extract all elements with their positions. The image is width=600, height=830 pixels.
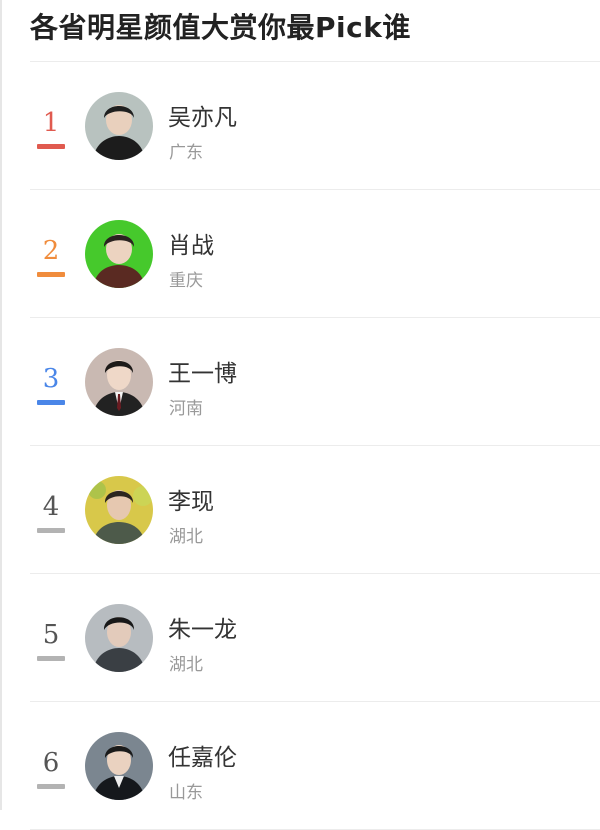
rank-underline <box>37 784 65 789</box>
rank-number: 1 <box>42 108 60 138</box>
rank-underline <box>37 400 65 405</box>
star-name[interactable]: 肖战 <box>168 226 214 260</box>
avatar-photo-icon <box>85 476 153 544</box>
rank-number: 4 <box>42 492 60 522</box>
star-name[interactable]: 李现 <box>168 482 214 516</box>
avatar-photo-icon <box>85 220 153 288</box>
page-title: 各省明星颜值大赏你最Pick谁 <box>30 11 411 44</box>
province-label: 湖北 <box>169 527 203 547</box>
avatar-photo-icon <box>85 348 153 416</box>
rank-underline <box>37 144 65 149</box>
province-label: 重庆 <box>169 271 203 291</box>
ranking-row[interactable]: 2 肖战 重庆 <box>30 190 600 318</box>
avatar[interactable] <box>85 92 153 160</box>
star-name[interactable]: 任嘉伦 <box>168 738 237 772</box>
rank-number: 6 <box>42 748 60 778</box>
avatar[interactable] <box>85 348 153 416</box>
rank-number: 5 <box>42 620 60 650</box>
avatar-photo-icon <box>85 732 153 800</box>
province-label: 广东 <box>169 143 203 163</box>
star-name[interactable]: 王一博 <box>168 354 237 388</box>
ranking-row[interactable]: 3 王一博 河南 <box>30 318 600 446</box>
ranking-list: 1 吴亦凡 广东 2 肖战 重庆 3 王一博 河南 4 李现 湖北 5 朱一龙 … <box>0 62 600 830</box>
rank-underline <box>37 528 65 533</box>
avatar[interactable] <box>85 220 153 288</box>
avatar[interactable] <box>85 476 153 544</box>
ranking-row[interactable]: 4 李现 湖北 <box>30 446 600 574</box>
avatar-photo-icon <box>85 604 153 672</box>
ranking-row[interactable]: 5 朱一龙 湖北 <box>30 574 600 702</box>
rank-underline <box>37 656 65 661</box>
rank-underline <box>37 272 65 277</box>
avatar[interactable] <box>85 732 153 800</box>
province-label: 山东 <box>169 783 203 803</box>
avatar[interactable] <box>85 604 153 672</box>
province-label: 河南 <box>169 399 203 419</box>
rank-number: 2 <box>42 236 60 266</box>
rank-number: 3 <box>42 364 60 394</box>
star-name[interactable]: 吴亦凡 <box>168 98 237 132</box>
ranking-row[interactable]: 1 吴亦凡 广东 <box>30 62 600 190</box>
province-label: 湖北 <box>169 655 203 675</box>
star-name[interactable]: 朱一龙 <box>168 610 237 644</box>
ranking-row[interactable]: 6 任嘉伦 山东 <box>30 702 600 830</box>
avatar-photo-icon <box>85 92 153 160</box>
